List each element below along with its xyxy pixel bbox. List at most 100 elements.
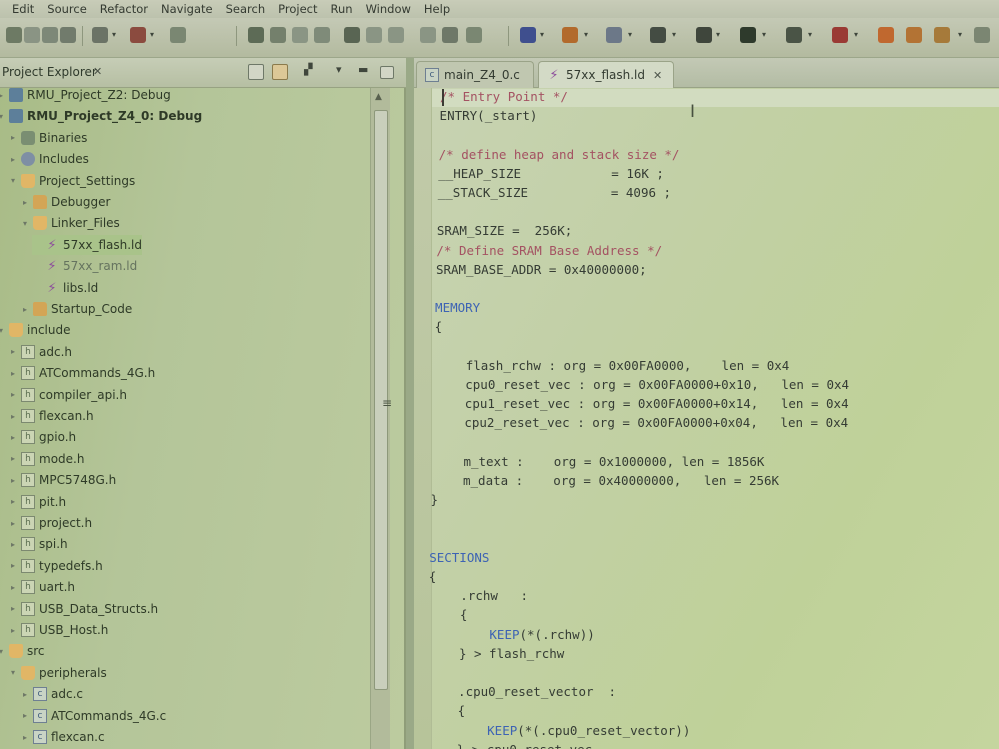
minimize-icon[interactable]: ▬ xyxy=(358,63,368,76)
new-c-file-icon[interactable] xyxy=(606,27,622,43)
target-icon[interactable] xyxy=(520,27,536,43)
tree-item[interactable]: ▸ h spi.h xyxy=(8,534,68,554)
expand-right-icon[interactable]: ▸ xyxy=(8,497,18,506)
new-icon[interactable] xyxy=(6,27,22,43)
step-over-icon[interactable] xyxy=(366,27,382,43)
tree-item[interactable]: ▾ include xyxy=(0,320,70,340)
debug-config-icon[interactable] xyxy=(466,27,482,43)
tree-item[interactable]: ▸ h pit.h xyxy=(8,492,66,512)
close-icon[interactable]: ✕ xyxy=(93,65,102,78)
cog-icon[interactable] xyxy=(696,27,712,43)
dropdown-arrow-icon[interactable]: ▾ xyxy=(628,30,632,39)
tree-item[interactable]: ⚡ libs.ld xyxy=(32,278,98,298)
menu-window[interactable]: Window xyxy=(366,2,411,16)
tree-item[interactable]: ▾ Linker_Files xyxy=(20,213,120,233)
open-type-icon[interactable] xyxy=(906,27,922,43)
expand-right-icon[interactable]: ▸ xyxy=(8,347,18,356)
tree-item[interactable]: ⚡ 57xx_flash.ld xyxy=(32,234,143,255)
tree-item[interactable]: ▾ RMU_Project_Z4_0: Debug xyxy=(0,106,202,126)
tree-item[interactable]: ▸ c flexcan.c xyxy=(20,727,105,747)
resize-grip-icon[interactable]: ≡ xyxy=(382,396,392,410)
dropdown-arrow-icon[interactable]: ▾ xyxy=(958,30,962,39)
expand-right-icon[interactable]: ▸ xyxy=(20,198,30,207)
profile-icon[interactable] xyxy=(832,27,848,43)
tree-item[interactable]: ▸ RMU_Project_Z2: Debug xyxy=(0,88,171,105)
menu-refactor[interactable]: Refactor xyxy=(100,2,148,16)
dropdown-arrow-icon[interactable]: ▾ xyxy=(808,30,812,39)
close-icon[interactable]: ✕ xyxy=(653,69,662,82)
expand-right-icon[interactable]: ▸ xyxy=(8,540,18,549)
expand-right-icon[interactable]: ▸ xyxy=(20,305,30,314)
save-all-icon[interactable] xyxy=(42,27,58,43)
expand-right-icon[interactable]: ▸ xyxy=(8,626,18,635)
filter-icon[interactable]: ▞ xyxy=(304,63,312,76)
tree-item[interactable]: ▸ h flexcan.h xyxy=(8,406,94,426)
explorer-scrollbar[interactable]: ▲ xyxy=(370,88,390,749)
expand-right-icon[interactable]: ▸ xyxy=(8,155,18,164)
tab-57xx-flash-ld[interactable]: ⚡ 57xx_flash.ld ✕ xyxy=(538,61,674,88)
expand-down-icon[interactable]: ▾ xyxy=(20,219,30,228)
expand-right-icon[interactable]: ▸ xyxy=(8,412,18,421)
expand-right-icon[interactable]: ▸ xyxy=(8,519,18,528)
expand-down-icon[interactable]: ▾ xyxy=(8,176,18,185)
dropdown-arrow-icon[interactable]: ▾ xyxy=(150,30,154,39)
external-tools-icon[interactable] xyxy=(562,27,578,43)
tree-item[interactable]: ▸ h compiler_api.h xyxy=(8,385,127,405)
expand-right-icon[interactable]: ▸ xyxy=(8,369,18,378)
menu-edit[interactable]: Edit xyxy=(12,2,34,16)
tree-item[interactable]: ⚡ 57xx_ram.ld xyxy=(32,256,137,276)
menu-navigate[interactable]: Navigate xyxy=(161,2,213,16)
disconnect-icon[interactable] xyxy=(344,27,360,43)
gear-icon[interactable] xyxy=(650,27,666,43)
dropdown-arrow-icon[interactable]: ▾ xyxy=(540,30,544,39)
expand-down-icon[interactable]: ▾ xyxy=(0,647,6,656)
pin-icon[interactable] xyxy=(974,27,990,43)
tree-item[interactable]: ▸ h typedefs.h xyxy=(8,556,103,576)
tree-item[interactable]: ▸ Startup_Code xyxy=(20,299,132,319)
link-with-editor-icon[interactable] xyxy=(272,64,288,80)
tree-item[interactable]: ▸ h project.h xyxy=(8,513,92,533)
tree-item[interactable]: ▸ h ATCommands_4G.h xyxy=(8,363,155,383)
expand-right-icon[interactable]: ▸ xyxy=(8,433,18,442)
step-into-icon[interactable] xyxy=(248,27,264,43)
terminate-icon[interactable] xyxy=(314,27,330,43)
settings-icon[interactable] xyxy=(170,27,186,43)
tree-item[interactable]: ▸ Debugger xyxy=(20,192,110,212)
expand-right-icon[interactable]: ▸ xyxy=(20,711,30,720)
resume-icon[interactable] xyxy=(270,27,286,43)
tab-main-z4-0-c[interactable]: c main_Z4_0.c xyxy=(416,61,534,88)
menu-help[interactable]: Help xyxy=(424,2,450,16)
print-icon[interactable] xyxy=(60,27,76,43)
dropdown-arrow-icon[interactable]: ▾ xyxy=(716,30,720,39)
expand-right-icon[interactable]: ▸ xyxy=(8,583,18,592)
tree-item[interactable]: ▾ src xyxy=(0,641,45,661)
drop-frame-icon[interactable] xyxy=(420,27,436,43)
dropdown-arrow-icon[interactable]: ▾ xyxy=(854,30,858,39)
dropdown-arrow-icon[interactable]: ▾ xyxy=(112,30,116,39)
dropdown-arrow-icon[interactable]: ▾ xyxy=(584,30,588,39)
tree-item[interactable]: ▸ h gpio.h xyxy=(8,427,76,447)
tree-item[interactable]: ▸ h uart.h xyxy=(8,577,75,597)
expand-right-icon[interactable]: ▸ xyxy=(8,133,18,142)
run-icon[interactable] xyxy=(740,27,756,43)
step-return-icon[interactable] xyxy=(388,27,404,43)
tree-item[interactable]: ▸ h adc.h xyxy=(8,342,72,362)
expand-down-icon[interactable]: ▾ xyxy=(0,112,6,121)
expand-down-icon[interactable]: ▾ xyxy=(8,668,18,677)
tree-item[interactable]: ▸ h USB_Host.h xyxy=(8,620,108,640)
menu-run[interactable]: Run xyxy=(331,2,353,16)
menu-source[interactable]: Source xyxy=(47,2,87,16)
collapse-all-icon[interactable] xyxy=(248,64,264,80)
expand-right-icon[interactable]: ▸ xyxy=(8,604,18,613)
tree-item[interactable]: ▸ c adc.c xyxy=(20,684,83,704)
dropdown-arrow-icon[interactable]: ▾ xyxy=(762,30,766,39)
expand-right-icon[interactable]: ▸ xyxy=(0,91,6,100)
expand-right-icon[interactable]: ▸ xyxy=(8,390,18,399)
menu-project[interactable]: Project xyxy=(278,2,317,16)
debug-icon[interactable] xyxy=(786,27,802,43)
panel-divider[interactable] xyxy=(406,58,414,749)
tree-item[interactable]: ▾ peripherals xyxy=(8,663,107,683)
tree-item[interactable]: ▾ Project_Settings xyxy=(8,171,135,191)
scroll-up-icon[interactable]: ▲ xyxy=(375,92,382,102)
tree-item[interactable]: ▸ c ATCommands_4G.c xyxy=(20,706,166,726)
